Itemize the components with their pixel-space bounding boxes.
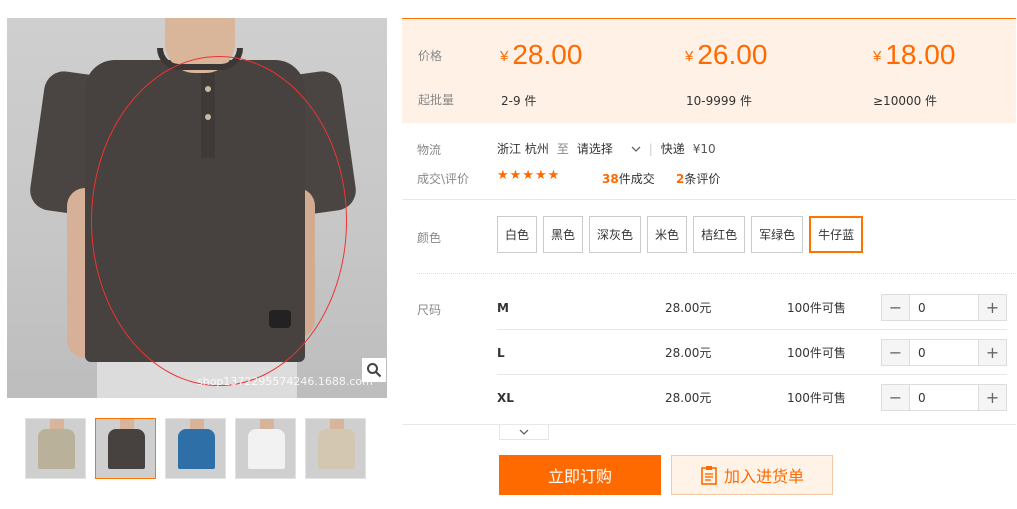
thumbnail-strip [25, 418, 366, 479]
thumbnail[interactable] [305, 418, 366, 479]
size-price: 28.00元 [665, 391, 712, 405]
color-option[interactable]: 深灰色 [589, 216, 642, 253]
thumb-head [50, 419, 64, 429]
tier-range: 10-9999 件 [686, 94, 752, 108]
currency-symbol: ¥ [685, 48, 694, 65]
thumb-head [260, 419, 274, 429]
add-to-purchase-list-button[interactable]: 加入进货单 [671, 455, 833, 495]
tier-price: ¥18.00 [873, 39, 955, 71]
quantity-input[interactable]: 0 [909, 295, 979, 320]
color-option[interactable]: 米色 [647, 216, 688, 253]
image-watermark: shop1372295574246.1688.com [197, 375, 373, 388]
price-value: 28.00 [512, 39, 583, 70]
minus-button[interactable]: − [882, 295, 909, 320]
deal-number: 38 [602, 172, 619, 186]
size-row: XL 28.00元 100件可售 − 0 + [497, 375, 1007, 420]
size-name: M [497, 300, 509, 315]
currency-symbol: ¥ [873, 48, 882, 65]
add-to-list-label: 加入进货单 [723, 467, 804, 486]
quantity-stepper: − 0 + [881, 294, 1007, 321]
red-annotation-oval [91, 56, 347, 386]
size-price: 28.00元 [665, 301, 712, 315]
size-name: L [497, 345, 505, 360]
quantity-input[interactable]: 0 [909, 385, 979, 410]
currency-symbol: ¥ [500, 48, 509, 65]
tier-price: ¥28.00 [500, 39, 582, 71]
zoom-button[interactable] [362, 358, 386, 382]
color-option[interactable]: 军绿色 [751, 216, 804, 253]
thumb-shirt [108, 429, 145, 469]
divider [402, 424, 1016, 425]
size-row: L 28.00元 100件可售 − 0 + [497, 330, 1007, 375]
size-row: M 28.00元 100件可售 − 0 + [497, 285, 1007, 330]
thumb-shirt [38, 429, 75, 469]
price-label: 价格 [418, 49, 443, 63]
color-option-selected[interactable]: 牛仔蓝 [809, 216, 864, 253]
logistics-label: 物流 [417, 143, 442, 157]
thumbnail-active[interactable] [95, 418, 156, 479]
divider: | [648, 141, 653, 156]
tier-range: 2-9 件 [501, 94, 537, 108]
minus-button[interactable]: − [882, 340, 909, 365]
color-option[interactable]: 黑色 [543, 216, 584, 253]
logistics-info: 浙江 杭州 至 请选择 | 快递 ¥10 [497, 140, 724, 157]
buy-now-button[interactable]: 立即订购 [499, 455, 661, 495]
color-option[interactable]: 桔红色 [693, 216, 746, 253]
price-panel: 价格 起批量 ¥28.00 ¥26.00 ¥18.00 2-9 件 10-999… [402, 18, 1016, 123]
size-stock: 100件可售 [787, 391, 846, 405]
to-word: 至 [556, 142, 569, 156]
expand-sizes-button[interactable] [499, 425, 549, 440]
tier-price: ¥26.00 [685, 39, 767, 71]
size-stock: 100件可售 [787, 301, 846, 315]
destination-text: 请选择 [576, 142, 613, 156]
chevron-down-icon [519, 429, 529, 435]
minus-button[interactable]: − [882, 385, 909, 410]
chevron-down-icon [631, 146, 641, 152]
color-option[interactable]: 白色 [497, 216, 538, 253]
ship-from: 浙江 杭州 [497, 142, 549, 156]
plus-button[interactable]: + [979, 385, 1006, 410]
clipboard-icon [701, 466, 717, 485]
price-value: 26.00 [697, 39, 768, 70]
plus-button[interactable]: + [979, 295, 1006, 320]
sales-label: 成交\评价 [417, 172, 470, 186]
color-label: 颜色 [417, 231, 442, 245]
quantity-input[interactable]: 0 [909, 340, 979, 365]
thumb-shirt [248, 429, 285, 469]
color-options: 白色 黑色 深灰色 米色 桔红色 军绿色 牛仔蓝 [497, 216, 864, 253]
thumbnail[interactable] [25, 418, 86, 479]
divider [417, 273, 1016, 274]
deal-suffix: 件成交 [618, 172, 655, 186]
rating-stars: ★★★★★ [497, 168, 561, 183]
main-product-image[interactable]: shop1372295574246.1688.com [7, 18, 387, 398]
size-stock: 100件可售 [787, 346, 846, 360]
quantity-stepper: − 0 + [881, 384, 1007, 411]
thumbnail[interactable] [165, 418, 226, 479]
thumbnail[interactable] [235, 418, 296, 479]
destination-select[interactable]: 请选择 [577, 140, 641, 157]
thumb-shirt [318, 429, 355, 469]
thumb-shirt [178, 429, 215, 469]
magnifier-icon [367, 363, 382, 378]
plus-button[interactable]: + [979, 340, 1006, 365]
size-price: 28.00元 [665, 346, 712, 360]
review-suffix: 条评价 [684, 172, 721, 186]
thumb-head [190, 419, 204, 429]
divider [402, 199, 1016, 200]
size-label: 尺码 [417, 303, 442, 317]
express-label: 快递 [660, 142, 685, 156]
thumb-head [120, 419, 134, 429]
shipping-fee: ¥10 [692, 141, 716, 156]
deal-count[interactable]: 38件成交 [602, 170, 655, 187]
thumb-head [330, 419, 344, 429]
size-name: XL [497, 390, 514, 405]
price-value: 18.00 [885, 39, 956, 70]
quantity-stepper: − 0 + [881, 339, 1007, 366]
moq-label: 起批量 [418, 93, 455, 107]
tier-range: ≥10000 件 [873, 94, 938, 108]
review-count[interactable]: 2条评价 [676, 170, 720, 187]
